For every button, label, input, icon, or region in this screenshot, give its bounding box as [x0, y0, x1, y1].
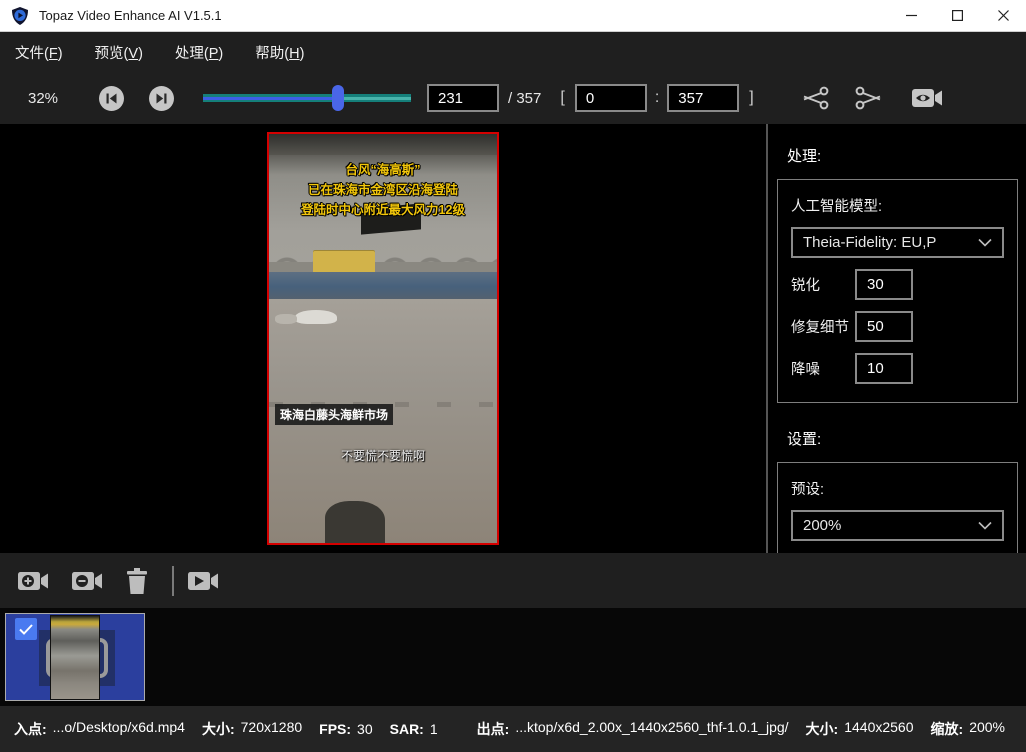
ai-model-select[interactable]: Theia-Fidelity: EU,P	[791, 227, 1004, 258]
status-scale: 缩放:200%	[931, 719, 1005, 739]
headline-line-2: 已在珠海市金湾区沿海登陆	[269, 180, 497, 200]
maximize-icon[interactable]	[934, 0, 980, 31]
menu-bar: 文件(F) 预览(V) 处理(P) 帮助(H)	[0, 32, 1026, 72]
video-blue-guardrail	[269, 272, 497, 299]
trash-icon[interactable]	[124, 567, 150, 595]
preset-label: 预设:	[791, 478, 1004, 499]
video-submerged-debris	[275, 314, 297, 324]
video-location-label: 珠海白藤头海鲜市场	[275, 404, 393, 425]
clip-thumbnail-selected[interactable]	[5, 613, 145, 701]
timeline-slider[interactable]	[203, 85, 411, 111]
denoise-label: 降噪	[791, 358, 855, 379]
slider-remaining	[338, 97, 411, 100]
status-input-path: 入点:...o/Desktop/x6d.mp4	[14, 719, 185, 739]
clip-list	[0, 608, 1026, 706]
denoise-row: 降噪	[791, 353, 1004, 384]
slider-handle[interactable]	[332, 85, 344, 111]
ai-model-label: 人工智能模型:	[791, 195, 1004, 216]
range-end-input[interactable]	[667, 84, 739, 112]
menu-preview[interactable]: 预览(V)	[95, 42, 143, 63]
remove-video-icon[interactable]	[70, 568, 104, 594]
restore-detail-input[interactable]	[855, 311, 913, 342]
video-preview-frame[interactable]: 台风“海高斯” 已在珠海市金湾区沿海登陆 登陆时中心附近最大风力12级 珠海白藤…	[267, 132, 499, 545]
scissors-trim-end-icon[interactable]	[854, 85, 886, 111]
total-frames-label: / 357	[508, 90, 541, 107]
clip-selected-checkbox[interactable]	[15, 618, 37, 640]
denoise-input[interactable]	[855, 353, 913, 384]
ai-model-group: 人工智能模型: Theia-Fidelity: EU,P 锐化 修复细节 降噪	[777, 179, 1018, 403]
slider-progress	[203, 97, 338, 100]
status-sar: SAR:1	[390, 721, 438, 737]
restore-detail-row: 修复细节	[791, 311, 1004, 342]
range-bracket-close: ]	[749, 89, 753, 107]
app-logo-icon	[10, 6, 30, 26]
video-submerged-car	[295, 310, 337, 324]
restore-detail-label: 修复细节	[791, 316, 855, 337]
status-output-size: 大小:1440x2560	[806, 719, 914, 739]
preset-selected-value: 200%	[803, 517, 841, 534]
clip-thumbnail-image	[50, 615, 100, 700]
current-frame-input[interactable]	[427, 84, 499, 112]
video-bridge-deck	[269, 262, 497, 272]
status-input-size: 大小:720x1280	[202, 719, 302, 739]
preset-group: 预设: 200% 裁剪以填充帧	[777, 462, 1018, 553]
status-bar: 入点:...o/Desktop/x6d.mp4 大小:720x1280 FPS:…	[0, 706, 1026, 752]
menu-file[interactable]: 文件(F)	[15, 42, 63, 63]
range-bracket-open: [	[560, 89, 564, 107]
process-heading: 处理:	[787, 145, 1026, 166]
playback-toolbar: 32% / 357 [ : ]	[0, 72, 1026, 124]
add-video-icon[interactable]	[16, 568, 50, 594]
window-title: Topaz Video Enhance AI V1.5.1	[39, 8, 222, 23]
sharpen-label: 锐化	[791, 274, 855, 295]
status-fps: FPS:30	[319, 721, 372, 737]
scissors-trim-start-icon[interactable]	[798, 85, 830, 111]
toolbar-divider	[172, 566, 174, 596]
ai-model-selected-value: Theia-Fidelity: EU,P	[803, 234, 936, 251]
process-video-icon[interactable]	[186, 568, 220, 594]
status-output-path: 出点:...ktop/x6d_2.00x_1440x2560_thf-1.0.1…	[477, 719, 789, 739]
checkbox-check-icon	[19, 624, 33, 635]
preview-area: 台风“海高斯” 已在珠海市金湾区沿海登陆 登陆时中心附近最大风力12级 珠海白藤…	[0, 124, 766, 553]
settings-panel: 处理: 人工智能模型: Theia-Fidelity: EU,P 锐化 修复细节	[768, 124, 1026, 553]
app-window: Topaz Video Enhance AI V1.5.1 文件(F) 预览(V…	[0, 0, 1026, 752]
sharpen-input[interactable]	[855, 269, 913, 300]
title-bar: Topaz Video Enhance AI V1.5.1	[0, 0, 1026, 32]
settings-heading: 设置:	[787, 428, 1026, 449]
menu-process[interactable]: 处理(P)	[175, 42, 223, 63]
video-foreground-object	[325, 501, 385, 543]
chevron-down-icon	[978, 238, 992, 247]
close-icon[interactable]	[980, 0, 1026, 31]
preview-camera-icon[interactable]	[910, 86, 944, 110]
sharpen-row: 锐化	[791, 269, 1004, 300]
minimize-icon[interactable]	[888, 0, 934, 31]
skip-to-start-icon[interactable]	[99, 86, 124, 111]
preview-zoom-percent: 32%	[28, 90, 70, 107]
video-subtitle: 不要慌不要慌啊	[269, 447, 497, 464]
video-windshield-edge	[269, 134, 497, 155]
preset-select[interactable]: 200%	[791, 510, 1004, 541]
chevron-down-icon	[978, 521, 992, 530]
headline-line-3: 登陆时中心附近最大风力12级	[269, 200, 497, 220]
skip-to-end-icon[interactable]	[149, 86, 174, 111]
menu-help[interactable]: 帮助(H)	[255, 42, 304, 63]
clip-toolbar	[0, 553, 1026, 608]
video-headline-overlay: 台风“海高斯” 已在珠海市金湾区沿海登陆 登陆时中心附近最大风力12级	[269, 160, 497, 220]
range-colon: :	[655, 89, 659, 107]
main-area: 台风“海高斯” 已在珠海市金湾区沿海登陆 登陆时中心附近最大风力12级 珠海白藤…	[0, 124, 1026, 553]
headline-line-1: 台风“海高斯”	[269, 160, 497, 180]
range-start-input[interactable]	[575, 84, 647, 112]
